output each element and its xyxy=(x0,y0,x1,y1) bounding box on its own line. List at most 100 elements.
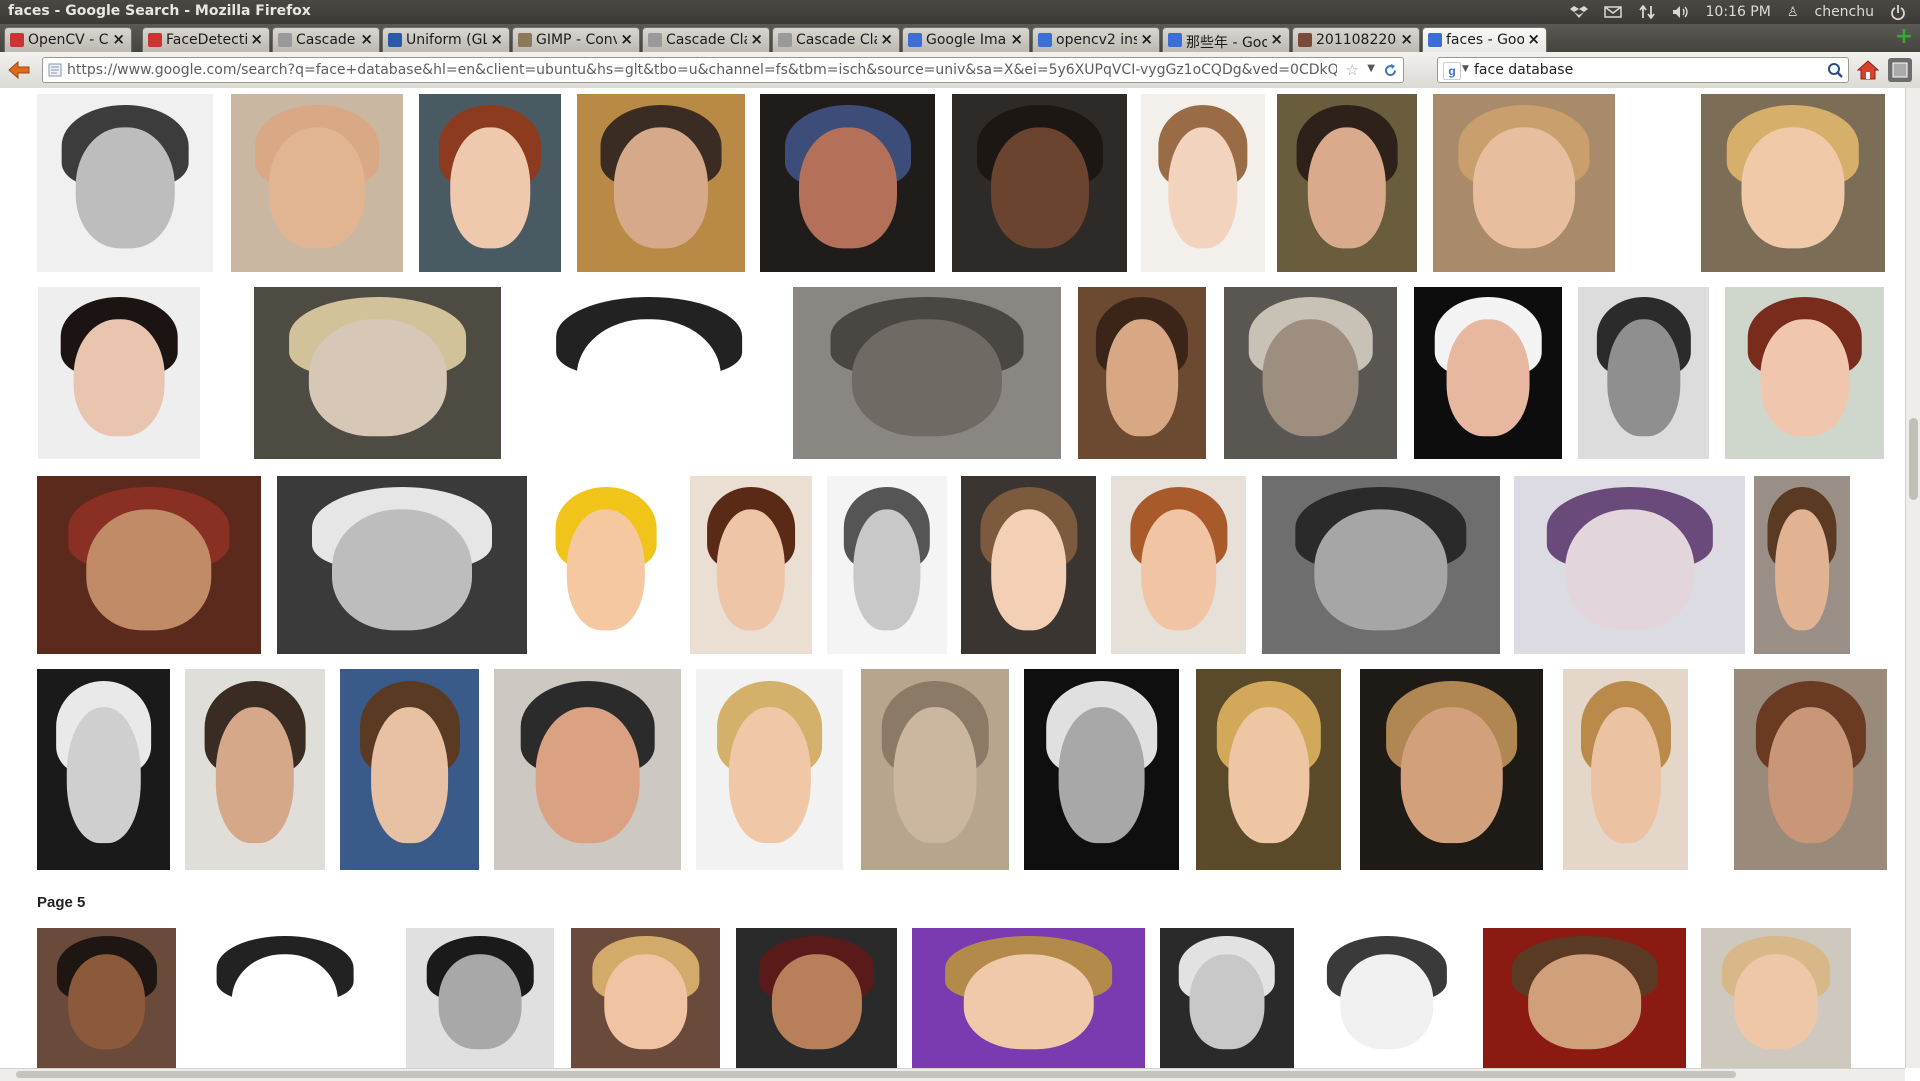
tab-close-icon[interactable]: × xyxy=(112,30,125,48)
image-result-baby[interactable] xyxy=(961,476,1096,654)
image-result-young-man[interactable] xyxy=(1277,94,1417,272)
back-button[interactable] xyxy=(6,57,32,83)
image-result-smiling-man[interactable] xyxy=(952,94,1127,272)
image-result-painted-mask[interactable] xyxy=(760,94,935,272)
image-result-rihanna[interactable] xyxy=(736,928,897,1068)
image-result-tear-face[interactable] xyxy=(277,476,527,654)
tab-11[interactable]: 20110822042...× xyxy=(1292,27,1420,52)
image-result-freckled-boy[interactable] xyxy=(1433,94,1615,272)
panel-user[interactable]: chenchu xyxy=(1815,4,1875,20)
engine-dropdown-icon[interactable]: ▼ xyxy=(1462,64,1469,74)
tab-5[interactable]: GIMP - Conver...× xyxy=(512,27,640,52)
image-result-bob-cut-woman[interactable] xyxy=(690,476,812,654)
tab-close-icon[interactable]: × xyxy=(1140,30,1153,48)
image-result-bald-man[interactable] xyxy=(231,94,403,272)
image-result-blonde-woman[interactable] xyxy=(1701,94,1885,272)
image-result-bearded-man[interactable] xyxy=(1024,669,1179,870)
page-identity-icon[interactable] xyxy=(48,63,62,77)
image-result-long-hair-man[interactable] xyxy=(1483,928,1686,1068)
url-text[interactable]: https://www.google.com/search?q=face+dat… xyxy=(67,62,1337,78)
tab-10[interactable]: 那些年 - Goog...× xyxy=(1162,27,1290,52)
image-result-long-hair-woman[interactable] xyxy=(1078,287,1206,459)
search-bar[interactable]: g ▼ face database xyxy=(1437,57,1849,83)
image-result-paint-can-face[interactable] xyxy=(1414,287,1562,459)
url-history-dropdown-icon[interactable]: ▼ xyxy=(1367,63,1375,74)
tab-close-icon[interactable]: × xyxy=(1400,30,1413,48)
search-input[interactable]: face database xyxy=(1474,62,1573,78)
search-icon[interactable] xyxy=(1827,62,1844,79)
image-result-redhead-smile[interactable] xyxy=(1111,476,1246,654)
image-result-brad-pitt[interactable] xyxy=(1360,669,1543,870)
horizontal-scrollbar-thumb[interactable] xyxy=(16,1071,1736,1078)
image-result-bob-hair-woman[interactable] xyxy=(1141,94,1265,272)
mail-icon[interactable] xyxy=(1603,5,1622,19)
tab-close-icon[interactable]: × xyxy=(750,30,763,48)
image-result-sketch-face[interactable] xyxy=(37,94,213,272)
tab-close-icon[interactable]: × xyxy=(1010,30,1023,48)
image-result-scarf-woman[interactable] xyxy=(37,476,261,654)
volume-icon[interactable] xyxy=(1672,5,1690,19)
tab-close-icon[interactable]: × xyxy=(880,30,893,48)
image-result-bangs-woman[interactable] xyxy=(1754,476,1850,654)
image-result-smiling-woman[interactable] xyxy=(340,669,479,870)
image-result-mugshot-woman[interactable] xyxy=(1734,669,1887,870)
tab-3[interactable]: Cascade Clas...× xyxy=(272,27,380,52)
image-result-blonde-woman-2[interactable] xyxy=(1196,669,1341,870)
image-result-suit-man[interactable] xyxy=(185,669,325,870)
image-result-drawing-faces[interactable] xyxy=(520,287,778,459)
tab-8[interactable]: Google Image...× xyxy=(902,27,1030,52)
tab-12[interactable]: faces - Googl...× xyxy=(1422,27,1547,52)
image-result-blonde-actress[interactable] xyxy=(696,669,843,870)
tab-2[interactable]: FaceDetectio...× xyxy=(142,27,270,52)
image-result-blonde-red-top[interactable] xyxy=(1563,669,1688,870)
network-icon[interactable] xyxy=(1638,4,1656,20)
image-result-red-hair-woman[interactable] xyxy=(419,94,561,272)
new-tab-button[interactable]: + xyxy=(1893,26,1915,49)
tab-4[interactable]: Uniform (GLS...× xyxy=(382,27,510,52)
reload-icon[interactable] xyxy=(1382,62,1399,79)
image-result-dark-hair-woman[interactable] xyxy=(38,287,200,459)
image-result-cartoon-boy[interactable] xyxy=(536,476,676,654)
power-icon[interactable] xyxy=(1890,5,1908,21)
vertical-scrollbar-thumb[interactable] xyxy=(1909,418,1918,500)
addon-button[interactable] xyxy=(1888,58,1912,82)
vertical-scrollbar[interactable] xyxy=(1905,88,1920,1068)
bookmark-star-icon[interactable]: ☆ xyxy=(1346,61,1359,79)
tab-close-icon[interactable]: × xyxy=(1270,30,1283,48)
image-result-old-woman[interactable] xyxy=(1224,287,1397,459)
image-result-blonde-smile[interactable] xyxy=(571,928,720,1068)
tab-1[interactable]: OpenCV - Co...× xyxy=(4,27,132,52)
image-result-dark-skin-woman[interactable] xyxy=(37,928,176,1068)
image-result-man-sketch[interactable] xyxy=(827,476,947,654)
tab-7[interactable]: Cascade Clas...× xyxy=(772,27,900,52)
horizontal-scrollbar[interactable] xyxy=(0,1068,1905,1081)
tab-close-icon[interactable]: × xyxy=(250,30,263,48)
image-result-texture-grid[interactable] xyxy=(793,287,1061,459)
image-result-bw-woman-text[interactable] xyxy=(1262,476,1500,654)
image-result-sunglasses-woman[interactable] xyxy=(1578,287,1709,459)
image-result-older-woman[interactable] xyxy=(577,94,745,272)
image-result-pencil-face[interactable] xyxy=(1303,928,1470,1068)
image-result-old-man-drawing[interactable] xyxy=(861,669,1009,870)
image-result-bw-man[interactable] xyxy=(406,928,554,1068)
image-result-cd-case-woman[interactable] xyxy=(254,287,501,459)
image-result-short-blonde[interactable] xyxy=(1701,928,1851,1068)
image-result-hood-kid[interactable] xyxy=(494,669,681,870)
tab-close-icon[interactable]: × xyxy=(620,30,633,48)
tab-6[interactable]: Cascade Clas...× xyxy=(642,27,770,52)
tab-close-icon[interactable]: × xyxy=(490,30,503,48)
image-result-line-drawing-woman[interactable] xyxy=(190,928,380,1068)
dropbox-icon[interactable] xyxy=(1569,5,1588,19)
tab-close-icon[interactable]: × xyxy=(1527,30,1540,48)
panel-clock[interactable]: 10:16 PM xyxy=(1706,4,1771,20)
image-result-auburn-hair-woman[interactable] xyxy=(1725,287,1884,459)
tab-9[interactable]: opencv2 insta...× xyxy=(1032,27,1160,52)
google-engine-icon[interactable]: g xyxy=(1443,62,1461,80)
tab-close-icon[interactable]: × xyxy=(360,30,373,48)
url-bar[interactable]: https://www.google.com/search?q=face+dat… xyxy=(42,57,1404,83)
image-result-cg-purple-hair[interactable] xyxy=(1514,476,1745,654)
image-result-bw-woman-2[interactable] xyxy=(1160,928,1294,1068)
image-result-purple-bg-woman[interactable] xyxy=(912,928,1145,1068)
image-result-bw-blonde[interactable] xyxy=(37,669,170,870)
home-button[interactable] xyxy=(1856,58,1880,82)
